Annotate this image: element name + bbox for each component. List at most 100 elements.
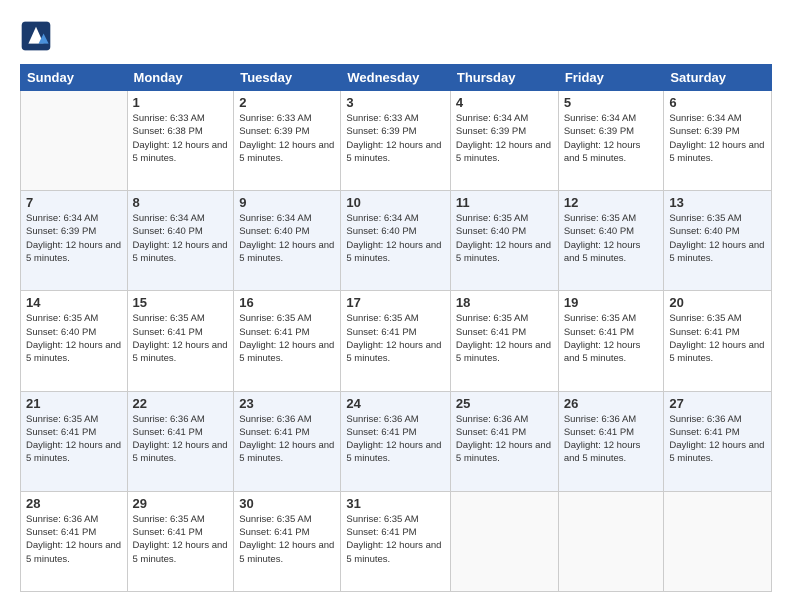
day-number: 10 xyxy=(346,195,445,210)
calendar-cell: 19 Sunrise: 6:35 AMSunset: 6:41 PMDayligh… xyxy=(558,291,664,391)
calendar-cell: 6 Sunrise: 6:34 AMSunset: 6:39 PMDaylight… xyxy=(664,91,772,191)
day-number: 30 xyxy=(239,496,335,511)
calendar-cell: 9 Sunrise: 6:34 AMSunset: 6:40 PMDaylight… xyxy=(234,191,341,291)
day-info: Sunrise: 6:35 AMSunset: 6:40 PMDaylight:… xyxy=(456,212,553,265)
header xyxy=(20,20,772,52)
calendar-cell: 1Sunrise: 6:33 AMSunset: 6:38 PMDaylight… xyxy=(127,91,234,191)
day-number: 11 xyxy=(456,195,553,210)
calendar-cell: 25Sunrise: 6:36 AMSunset: 6:41 PMDayligh… xyxy=(450,391,558,491)
calendar-cell: 17 Sunrise: 6:35 AMSunset: 6:41 PMDayligh… xyxy=(341,291,451,391)
day-number: 23 xyxy=(239,396,335,411)
day-info: Sunrise: 6:36 AMSunset: 6:41 PMDaylight:… xyxy=(456,413,553,466)
day-info: Sunrise: 6:35 AMSunset: 6:41 PMDaylight:… xyxy=(133,513,229,566)
day-number: 17 xyxy=(346,295,445,310)
calendar-cell: 8Sunrise: 6:34 AMSunset: 6:40 PMDaylight… xyxy=(127,191,234,291)
calendar-cell: 22 Sunrise: 6:36 AMSunset: 6:41 PMDayligh… xyxy=(127,391,234,491)
day-info: Sunrise: 6:34 AMSunset: 6:39 PMDaylight:… xyxy=(564,112,659,165)
day-info: Sunrise: 6:36 AMSunset: 6:41 PMDaylight:… xyxy=(133,413,229,466)
calendar-cell xyxy=(664,491,772,591)
day-number: 21 xyxy=(26,396,122,411)
calendar-cell: 3 Sunrise: 6:33 AMSunset: 6:39 PMDaylight… xyxy=(341,91,451,191)
calendar-cell: 18 Sunrise: 6:35 AMSunset: 6:41 PMDayligh… xyxy=(450,291,558,391)
calendar-cell xyxy=(450,491,558,591)
calendar-table: SundayMondayTuesdayWednesdayThursdayFrid… xyxy=(20,64,772,592)
day-number: 6 xyxy=(669,95,766,110)
calendar-cell: 23 Sunrise: 6:36 AMSunset: 6:41 PMDayligh… xyxy=(234,391,341,491)
day-info: Sunrise: 6:35 AMSunset: 6:41 PMDaylight:… xyxy=(239,513,335,566)
calendar-cell: 30 Sunrise: 6:35 AMSunset: 6:41 PMDayligh… xyxy=(234,491,341,591)
day-info: Sunrise: 6:35 AMSunset: 6:41 PMDaylight:… xyxy=(346,513,445,566)
logo xyxy=(20,20,54,52)
calendar-cell: 31 Sunrise: 6:35 AMSunset: 6:41 PMDayligh… xyxy=(341,491,451,591)
week-row-3: 14 Sunrise: 6:35 AMSunset: 6:40 PMDayligh… xyxy=(21,291,772,391)
day-number: 2 xyxy=(239,95,335,110)
calendar-cell xyxy=(558,491,664,591)
calendar-cell: 29 Sunrise: 6:35 AMSunset: 6:41 PMDayligh… xyxy=(127,491,234,591)
weekday-header-tuesday: Tuesday xyxy=(234,65,341,91)
day-info: Sunrise: 6:35 AMSunset: 6:41 PMDaylight:… xyxy=(669,312,766,365)
day-info: Sunrise: 6:35 AMSunset: 6:41 PMDaylight:… xyxy=(564,312,659,365)
day-info: Sunrise: 6:33 AMSunset: 6:38 PMDaylight:… xyxy=(133,112,229,165)
day-number: 12 xyxy=(564,195,659,210)
logo-icon xyxy=(20,20,52,52)
day-number: 26 xyxy=(564,396,659,411)
day-info: Sunrise: 6:36 AMSunset: 6:41 PMDaylight:… xyxy=(26,513,122,566)
day-number: 29 xyxy=(133,496,229,511)
calendar-cell: 28 Sunrise: 6:36 AMSunset: 6:41 PMDayligh… xyxy=(21,491,128,591)
day-number: 14 xyxy=(26,295,122,310)
day-number: 15 xyxy=(133,295,229,310)
day-number: 9 xyxy=(239,195,335,210)
day-number: 27 xyxy=(669,396,766,411)
day-info: Sunrise: 6:34 AMSunset: 6:39 PMDaylight:… xyxy=(26,212,122,265)
weekday-header-saturday: Saturday xyxy=(664,65,772,91)
calendar-cell: 14 Sunrise: 6:35 AMSunset: 6:40 PMDayligh… xyxy=(21,291,128,391)
day-number: 28 xyxy=(26,496,122,511)
day-info: Sunrise: 6:35 AMSunset: 6:41 PMDaylight:… xyxy=(133,312,229,365)
day-info: Sunrise: 6:35 AMSunset: 6:40 PMDaylight:… xyxy=(26,312,122,365)
day-info: Sunrise: 6:34 AMSunset: 6:39 PMDaylight:… xyxy=(669,112,766,165)
weekday-header-monday: Monday xyxy=(127,65,234,91)
day-number: 4 xyxy=(456,95,553,110)
day-info: Sunrise: 6:36 AMSunset: 6:41 PMDaylight:… xyxy=(669,413,766,466)
day-info: Sunrise: 6:36 AMSunset: 6:41 PMDaylight:… xyxy=(239,413,335,466)
calendar-cell: 11 Sunrise: 6:35 AMSunset: 6:40 PMDayligh… xyxy=(450,191,558,291)
day-number: 7 xyxy=(26,195,122,210)
calendar-cell: 21 Sunrise: 6:35 AMSunset: 6:41 PMDayligh… xyxy=(21,391,128,491)
day-info: Sunrise: 6:35 AMSunset: 6:41 PMDaylight:… xyxy=(346,312,445,365)
day-info: Sunrise: 6:33 AMSunset: 6:39 PMDaylight:… xyxy=(346,112,445,165)
day-info: Sunrise: 6:34 AMSunset: 6:40 PMDaylight:… xyxy=(133,212,229,265)
calendar-cell: 2 Sunrise: 6:33 AMSunset: 6:39 PMDaylight… xyxy=(234,91,341,191)
day-number: 22 xyxy=(133,396,229,411)
day-info: Sunrise: 6:33 AMSunset: 6:39 PMDaylight:… xyxy=(239,112,335,165)
calendar-cell: 26 Sunrise: 6:36 AMSunset: 6:41 PMDayligh… xyxy=(558,391,664,491)
day-info: Sunrise: 6:35 AMSunset: 6:41 PMDaylight:… xyxy=(456,312,553,365)
day-info: Sunrise: 6:36 AMSunset: 6:41 PMDaylight:… xyxy=(564,413,659,466)
weekday-header-sunday: Sunday xyxy=(21,65,128,91)
calendar-cell: 20Sunrise: 6:35 AMSunset: 6:41 PMDayligh… xyxy=(664,291,772,391)
week-row-4: 21 Sunrise: 6:35 AMSunset: 6:41 PMDayligh… xyxy=(21,391,772,491)
calendar-cell: 7 Sunrise: 6:34 AMSunset: 6:39 PMDaylight… xyxy=(21,191,128,291)
day-number: 31 xyxy=(346,496,445,511)
week-row-1: 1Sunrise: 6:33 AMSunset: 6:38 PMDaylight… xyxy=(21,91,772,191)
day-number: 24 xyxy=(346,396,445,411)
calendar-cell: 4Sunrise: 6:34 AMSunset: 6:39 PMDaylight… xyxy=(450,91,558,191)
day-info: Sunrise: 6:35 AMSunset: 6:41 PMDaylight:… xyxy=(26,413,122,466)
week-row-2: 7 Sunrise: 6:34 AMSunset: 6:39 PMDaylight… xyxy=(21,191,772,291)
day-info: Sunrise: 6:36 AMSunset: 6:41 PMDaylight:… xyxy=(346,413,445,466)
day-info: Sunrise: 6:34 AMSunset: 6:40 PMDaylight:… xyxy=(239,212,335,265)
day-number: 5 xyxy=(564,95,659,110)
weekday-header-friday: Friday xyxy=(558,65,664,91)
calendar-cell: 5 Sunrise: 6:34 AMSunset: 6:39 PMDaylight… xyxy=(558,91,664,191)
day-number: 16 xyxy=(239,295,335,310)
weekday-header-row: SundayMondayTuesdayWednesdayThursdayFrid… xyxy=(21,65,772,91)
day-number: 3 xyxy=(346,95,445,110)
calendar-cell: 15 Sunrise: 6:35 AMSunset: 6:41 PMDayligh… xyxy=(127,291,234,391)
day-info: Sunrise: 6:35 AMSunset: 6:41 PMDaylight:… xyxy=(239,312,335,365)
day-number: 18 xyxy=(456,295,553,310)
calendar-cell: 12 Sunrise: 6:35 AMSunset: 6:40 PMDayligh… xyxy=(558,191,664,291)
calendar-cell: 24 Sunrise: 6:36 AMSunset: 6:41 PMDayligh… xyxy=(341,391,451,491)
day-info: Sunrise: 6:35 AMSunset: 6:40 PMDaylight:… xyxy=(564,212,659,265)
calendar-cell: 13Sunrise: 6:35 AMSunset: 6:40 PMDayligh… xyxy=(664,191,772,291)
week-row-5: 28 Sunrise: 6:36 AMSunset: 6:41 PMDayligh… xyxy=(21,491,772,591)
day-number: 19 xyxy=(564,295,659,310)
